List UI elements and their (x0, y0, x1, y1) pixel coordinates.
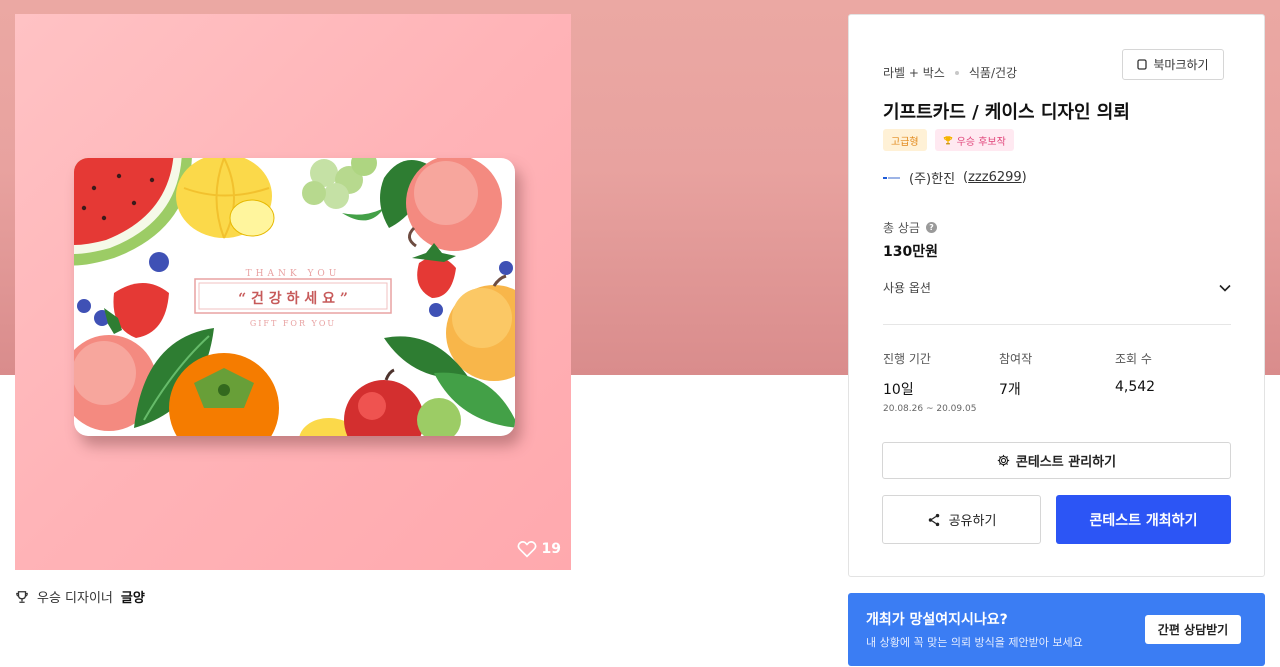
blueberry-icon (149, 252, 169, 272)
designer-prefix: 우승 디자이너 (37, 591, 113, 606)
consult-title: 개최가 망설여지시나요? (866, 612, 1008, 628)
gift-card-illustration: THANK YOU “ 건 강 하 세 요 ” GIFT FOR YOU (74, 158, 515, 436)
stat-date-range: 20.08.26 ~ 20.09.05 (883, 404, 977, 414)
trophy-icon (16, 590, 28, 603)
breadcrumb: 라벨 + 박스 식품/건강 (883, 64, 1017, 81)
stat-period: 진행 기간 10일 20.08.26 ~ 20.09.05 (883, 350, 999, 414)
premium-badge: 고급형 (883, 129, 927, 151)
bookmark-label: 북마크하기 (1153, 58, 1209, 72)
prize-label-text: 총 상금 (883, 221, 920, 235)
manage-contest-label: 콘테스트 관리하기 (1015, 455, 1117, 470)
help-icon[interactable]: ? (925, 222, 937, 233)
chevron-down-icon (1219, 284, 1231, 292)
share-icon (928, 513, 939, 526)
company-logo-icon (883, 174, 901, 182)
strawberry-icon (412, 243, 456, 298)
premium-badge-label: 고급형 (891, 136, 919, 148)
stat-value: 7개 (999, 382, 1021, 398)
bookmark-button[interactable]: 북마크하기 (1122, 49, 1224, 80)
prize-label: 총 상금 ? (883, 219, 937, 236)
contest-owner: (주)한진 (zzz6299) (883, 168, 1027, 187)
contest-info-card: 라벨 + 박스 식품/건강 북마크하기 기프트카드 / 케이스 디자인 의뢰 고… (848, 14, 1265, 577)
prize-value: 130만원 (883, 244, 938, 260)
melon-icon (176, 158, 275, 239)
like-button[interactable]: 19 (517, 540, 561, 558)
lime-icon (417, 398, 461, 436)
manage-contest-button[interactable]: 콘테스트 관리하기 (882, 442, 1231, 479)
consult-button[interactable]: 간편 상담받기 (1145, 615, 1241, 644)
owner-id-link[interactable]: zzz6299 (968, 170, 1022, 185)
winner-candidate-label: 우승 후보작 (956, 136, 1006, 148)
watermelon-icon (74, 158, 192, 266)
trophy-icon (943, 136, 952, 145)
divider (883, 324, 1231, 325)
winner-designer: 우승 디자이너 글양 (15, 587, 145, 606)
grapes-icon (302, 158, 384, 221)
card-bottom-text: GIFT FOR YOU (250, 319, 336, 328)
stat-label: 조회 수 (1115, 352, 1152, 366)
breadcrumb-separator (954, 70, 959, 75)
heart-icon (517, 541, 536, 558)
breadcrumb-subcategory[interactable]: 식품/건강 (969, 64, 1017, 81)
gear-icon (997, 454, 1010, 467)
contest-stats: 진행 기간 10일 20.08.26 ~ 20.09.05 참여작 7개 조회 … (883, 350, 1231, 414)
winner-candidate-badge: 우승 후보작 (934, 129, 1014, 151)
apple-icon (344, 368, 424, 436)
badge-list: 고급형 우승 후보작 (883, 129, 1014, 151)
stat-entries: 참여작 7개 (999, 350, 1115, 414)
fruit-artwork: THANK YOU “ 건 강 하 세 요 ” GIFT FOR YOU (74, 158, 515, 436)
share-label: 공유하기 (948, 514, 997, 529)
bookmark-icon (1137, 59, 1148, 70)
stat-label: 진행 기간 (883, 352, 931, 366)
contest-title: 기프트카드 / 케이스 디자인 의뢰 (883, 102, 1130, 123)
stat-value: 4,542 (1115, 379, 1156, 395)
share-button[interactable]: 공유하기 (882, 495, 1041, 544)
like-count: 19 (541, 541, 561, 557)
stat-label: 참여작 (999, 352, 1033, 366)
card-top-text: THANK YOU (246, 269, 341, 279)
peach-icon (406, 158, 502, 251)
host-contest-button[interactable]: 콘테스트 개최하기 (1056, 495, 1231, 544)
blueberry-icon (77, 299, 91, 313)
product-image[interactable]: THANK YOU “ 건 강 하 세 요 ” GIFT FOR YOU 19 (15, 14, 571, 570)
owner-name: (주)한진 (909, 172, 956, 187)
blueberry-icon (499, 261, 513, 275)
blueberry-icon (429, 303, 443, 317)
stat-value: 10일 (883, 382, 914, 398)
card-main-text: “ 건 강 하 세 요 ” (238, 290, 348, 307)
strawberry-icon (104, 283, 169, 338)
options-dropdown[interactable]: 사용 옵션 (883, 279, 1231, 296)
breadcrumb-category[interactable]: 라벨 + 박스 (883, 64, 945, 81)
consult-banner: 개최가 망설여지시나요? 내 상황에 꼭 맞는 의뢰 방식을 제안받아 보세요 … (848, 593, 1265, 666)
consult-subtitle: 내 상황에 꼭 맞는 의뢰 방식을 제안받아 보세요 (866, 636, 1083, 649)
options-label: 사용 옵션 (883, 281, 931, 295)
designer-name[interactable]: 글양 (121, 587, 145, 606)
stat-views: 조회 수 4,542 (1115, 350, 1231, 414)
